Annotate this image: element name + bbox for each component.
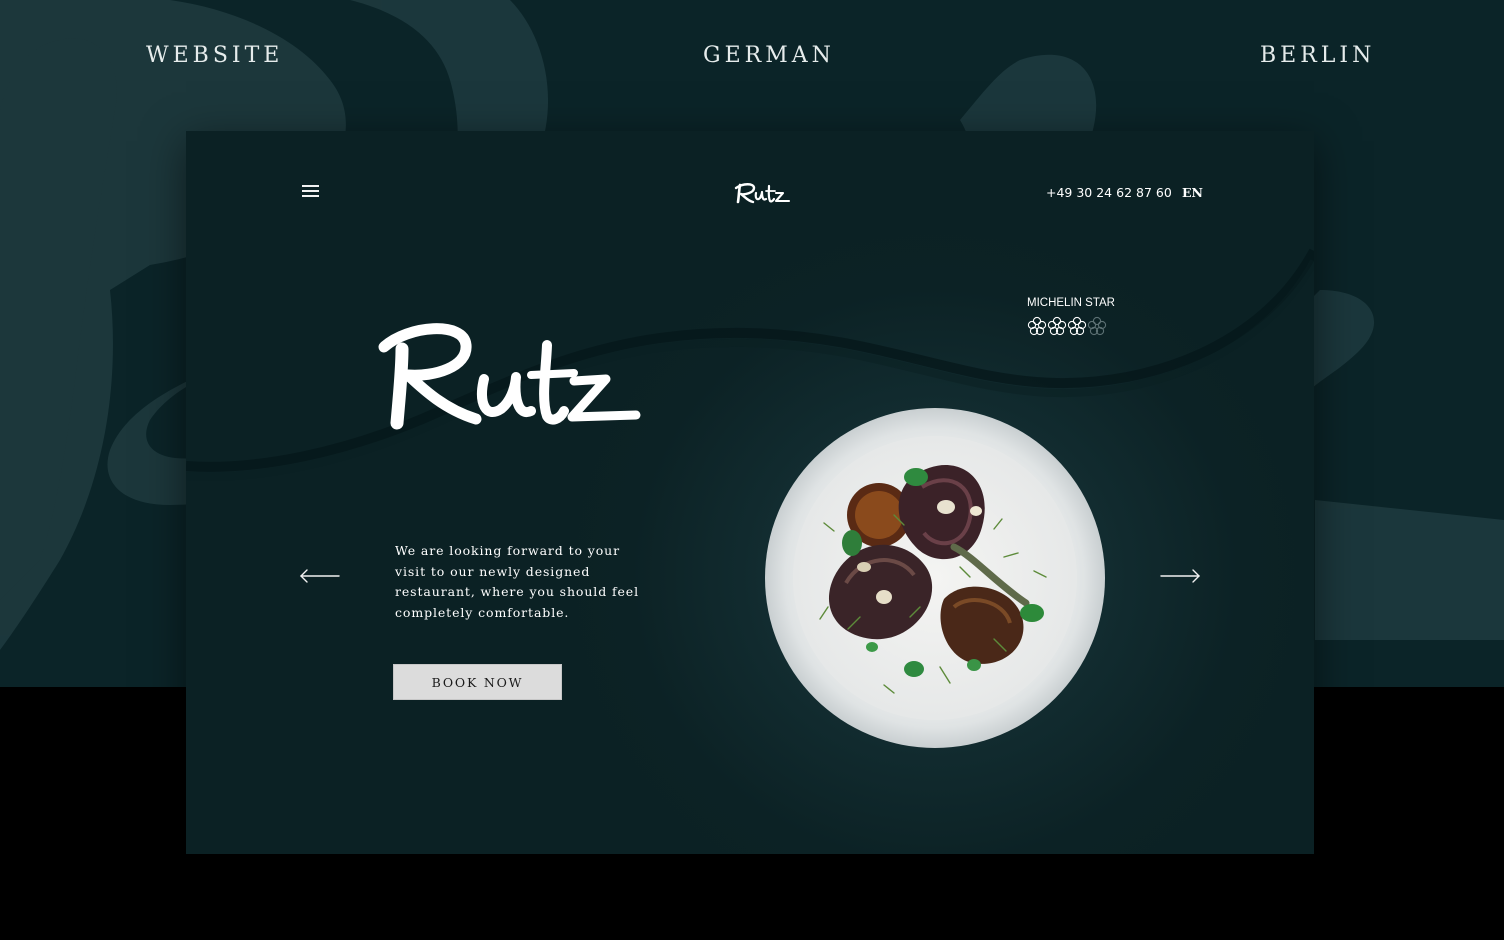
michelin-star-empty-icon	[1087, 316, 1107, 336]
hamburger-icon	[302, 190, 319, 192]
rutz-logo	[734, 183, 791, 204]
language-switcher[interactable]: EN	[1182, 185, 1203, 201]
hero-logo	[378, 319, 642, 433]
next-slide-button[interactable]	[1159, 567, 1201, 585]
book-now-button[interactable]: BOOK NOW	[393, 664, 562, 700]
michelin-star-icon	[1027, 316, 1047, 336]
intro-text: We are looking forward to your visit to …	[395, 543, 640, 620]
hamburger-menu-button[interactable]	[300, 183, 322, 201]
previous-slide-button[interactable]	[299, 567, 341, 585]
category-label-city: BERLIN	[1260, 43, 1376, 68]
decorative-wave	[186, 248, 1314, 481]
nav-logo-link[interactable]	[734, 179, 794, 209]
hamburger-icon	[302, 195, 319, 197]
michelin-star-icon	[1067, 316, 1087, 336]
michelin-star-rating	[1027, 316, 1111, 336]
rutz-logo	[378, 323, 641, 430]
category-label-cuisine: GERMAN	[703, 43, 835, 68]
phone-number-link[interactable]: +49 30 24 62 87 60	[1046, 185, 1172, 201]
category-label-website: WEBSITE	[146, 43, 284, 68]
michelin-star-icon	[1047, 316, 1067, 336]
website-preview: +49 30 24 62 87 60 EN MICHELIN STAR We a…	[186, 131, 1314, 854]
michelin-star-label: MICHELIN STAR	[1027, 297, 1115, 309]
plate-image	[765, 408, 1105, 748]
dish-photo	[764, 407, 1106, 749]
hamburger-icon	[302, 185, 319, 187]
arrow-left-icon	[300, 569, 340, 583]
arrow-right-icon	[1160, 569, 1200, 583]
